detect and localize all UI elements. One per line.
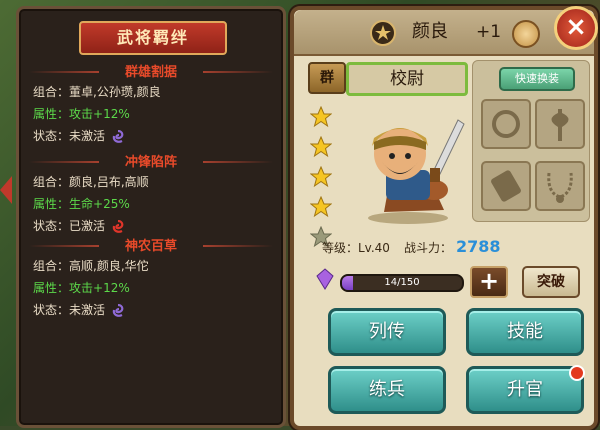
attr-row: 属性：生命+25% bbox=[33, 197, 130, 211]
bond-title: 武将羁绊 bbox=[116, 28, 189, 47]
section-name: 冲锋陷阵 bbox=[124, 155, 177, 170]
combo-row: 组合：董卓,公孙瓒,颜良 bbox=[33, 85, 161, 99]
exp-progress-bar: 14/150 bbox=[340, 274, 464, 292]
scroll-icon bbox=[491, 170, 521, 202]
star-filled-icon bbox=[309, 165, 333, 188]
equipment-panel: 快速换装 bbox=[472, 60, 590, 222]
combo-row: 组合：高顺,颜良,华佗 bbox=[33, 259, 149, 273]
promote-label: 升官 bbox=[507, 379, 543, 400]
section-header: 冲锋陷阵 bbox=[29, 151, 273, 171]
active-swirl-icon bbox=[112, 219, 124, 233]
bond-panel: 武将羁绊 群雄割据 组合：董卓,公孙瓒,颜良 属性：攻击+12% 状态：未激活 … bbox=[16, 6, 286, 428]
necklace-icon bbox=[547, 172, 573, 203]
combo-row: 组合：颜良,吕布,高顺 bbox=[33, 175, 149, 189]
faction-star-icon bbox=[370, 20, 396, 46]
status-row: 状态：未激活 bbox=[29, 299, 273, 321]
equip-slot[interactable] bbox=[535, 161, 585, 211]
training-button[interactable]: 练兵 bbox=[328, 366, 446, 414]
hero-portrait bbox=[368, 119, 465, 224]
attr-row: 属性：攻击+12% bbox=[33, 107, 130, 121]
inactive-swirl-icon bbox=[112, 303, 124, 317]
bond-section: 群雄割据 组合：董卓,公孙瓒,颜良 属性：攻击+12% 状态：未激活 bbox=[29, 61, 273, 147]
equip-slot[interactable] bbox=[535, 99, 585, 149]
section-header: 群雄割据 bbox=[29, 61, 273, 81]
axe-icon bbox=[551, 109, 569, 141]
hero-panel: 颜良 +1 × 群 校尉 快速换装 等级：Lv.40 战斗力： 2788 14/… bbox=[290, 6, 598, 430]
section-name: 群雄割据 bbox=[124, 65, 177, 80]
bond-title-banner: 武将羁绊 bbox=[79, 21, 227, 55]
inactive-swirl-icon bbox=[112, 129, 124, 143]
purple-gem-icon bbox=[316, 268, 334, 290]
power-value: 2788 bbox=[455, 237, 501, 256]
star-filled-icon bbox=[309, 135, 333, 158]
clan-badge: 群 bbox=[308, 62, 346, 94]
hero-plus-level: +1 bbox=[476, 22, 502, 42]
star-rating bbox=[309, 105, 334, 256]
section-header: 神农百草 bbox=[29, 235, 273, 255]
breakthrough-button[interactable]: 突破 bbox=[522, 266, 580, 298]
power-label: 战斗力： bbox=[403, 241, 452, 255]
status-row: 状态：未激活 bbox=[29, 125, 273, 147]
horse-badge-icon[interactable] bbox=[512, 20, 540, 48]
status-row: 状态：已激活 bbox=[29, 215, 273, 237]
star-filled-icon bbox=[309, 105, 333, 128]
biography-button[interactable]: 列传 bbox=[328, 308, 446, 356]
equip-slot[interactable] bbox=[481, 161, 531, 211]
promote-button[interactable]: 升官 bbox=[466, 365, 585, 414]
exp-progress-text: 14/150 bbox=[384, 277, 420, 288]
add-exp-button[interactable]: + bbox=[470, 266, 508, 298]
hero-header: 颜良 +1 bbox=[294, 10, 594, 56]
rank-title: 校尉 bbox=[346, 62, 468, 96]
hero-name: 颜良 bbox=[412, 21, 448, 42]
ring-icon bbox=[492, 110, 520, 138]
attr-row: 属性：攻击+12% bbox=[33, 281, 130, 295]
quick-equip-button[interactable]: 快速换装 bbox=[499, 67, 575, 91]
notification-dot-icon bbox=[569, 365, 585, 381]
skills-button[interactable]: 技能 bbox=[466, 308, 584, 356]
close-button[interactable]: × bbox=[554, 6, 598, 50]
section-name: 神农百草 bbox=[124, 239, 177, 254]
star-filled-icon bbox=[309, 195, 333, 218]
hero-stats: 等级：Lv.40 战斗力： 2788 bbox=[322, 238, 501, 257]
bond-section: 冲锋陷阵 组合：颜良,吕布,高顺 属性：生命+25% 状态：已激活 bbox=[29, 151, 273, 237]
prev-arrow-icon[interactable] bbox=[0, 176, 12, 204]
bond-section: 神农百草 组合：高顺,颜良,华佗 属性：攻击+12% 状态：未激活 bbox=[29, 235, 273, 321]
equip-slot[interactable] bbox=[481, 99, 531, 149]
hero-level: 等级：Lv.40 bbox=[322, 241, 390, 255]
